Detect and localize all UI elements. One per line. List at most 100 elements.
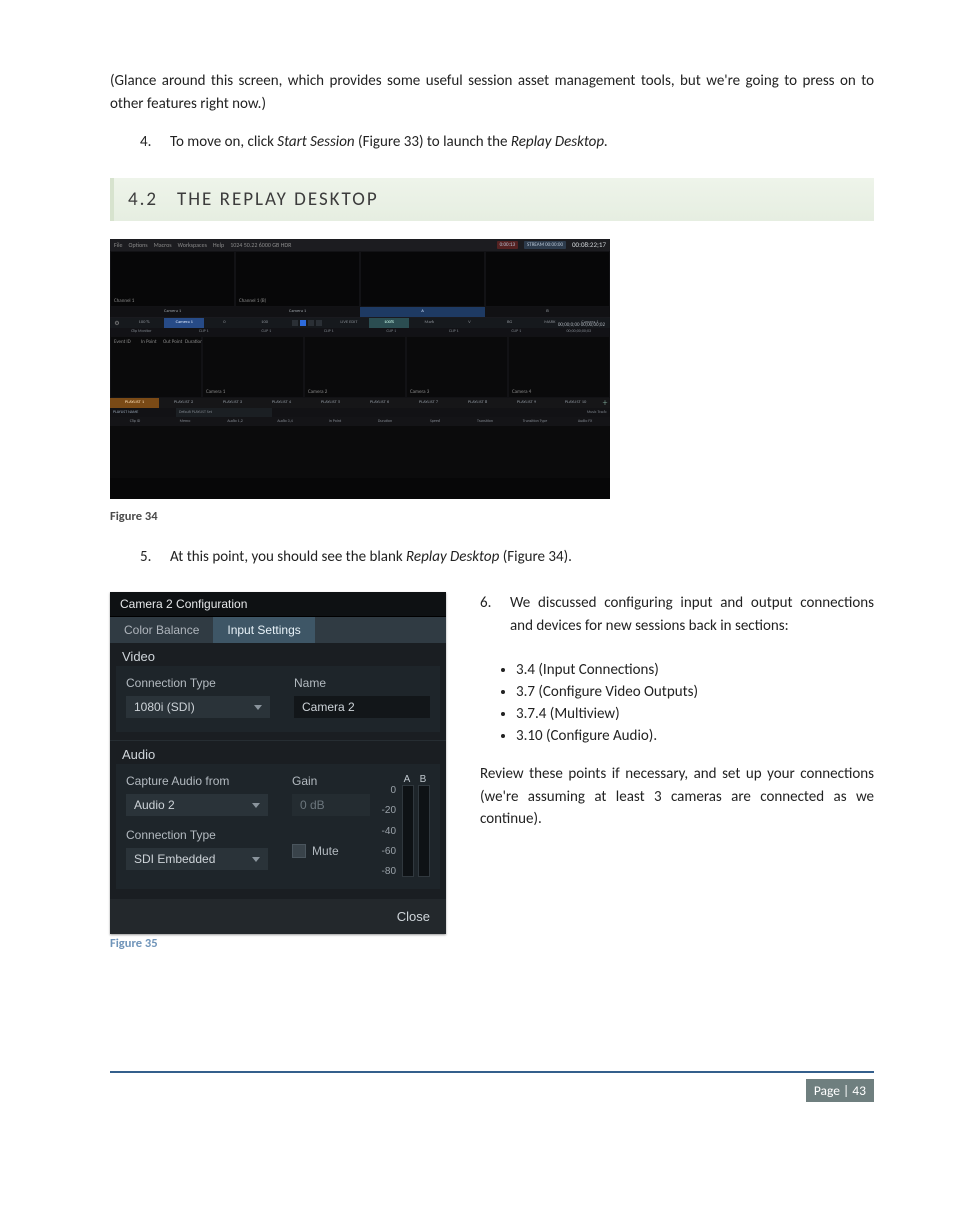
stream-chip[interactable]: STREAM 00:00:00 (524, 241, 566, 249)
playlist-body (110, 426, 610, 478)
audio-connection-type-select[interactable]: SDI Embedded (126, 848, 268, 870)
camera-panel-1: Camera 1 (202, 336, 304, 398)
play-button[interactable] (300, 320, 306, 326)
dialog-tabs: Color Balance Input Settings (110, 617, 446, 643)
meter-b-col: B (418, 774, 430, 877)
playlist-name-value[interactable]: Default PLAYLIST Set (176, 408, 272, 417)
camera-panel-3: Camera 3 (406, 336, 508, 398)
playlist-tab-3[interactable]: PLAYLIST 3 (208, 398, 257, 408)
channel-1-label: Camera 1 (110, 307, 235, 317)
tab-input-settings[interactable]: Input Settings (213, 617, 314, 643)
chevron-down-icon (252, 857, 260, 862)
glance-paragraph: (Glance around this screen, which provid… (110, 70, 874, 115)
rec-chip[interactable]: 0:00:13 (497, 241, 518, 249)
gain-input[interactable]: 0 dB (292, 794, 370, 816)
meter-scale: 0 -20 -40 -60 -80 (382, 785, 396, 877)
name-input[interactable]: Camera 2 (294, 696, 430, 718)
playlist-tab-6[interactable]: PLAYLIST 6 (355, 398, 404, 408)
step-6-number: 6. (480, 592, 510, 637)
output-panel-3: 00;00;00;00 00;00;26;24 (360, 251, 485, 307)
clock-readout: 00:08:22;17 (572, 240, 606, 249)
step-5-number: 5. (140, 546, 170, 569)
playlist-tab-7[interactable]: PLAYLIST 7 (404, 398, 453, 408)
list-item: 3.7 (Configure Video Outputs) (516, 683, 874, 701)
meter-a-label: A (402, 774, 412, 785)
figure-34: File Options Macros Workspaces Help 1024… (110, 239, 610, 499)
chevron-down-icon (254, 705, 262, 710)
menu-macros[interactable]: Macros (154, 241, 172, 249)
gear-icon[interactable]: ⚙ (110, 318, 124, 328)
audio-section: Capture Audio from Audio 2 Connection Ty… (116, 764, 440, 889)
playlist-name-label: PLAYLIST NAME (110, 408, 176, 417)
transport-bar: ⚙ 100 % Camera 1 0 100 LIVE EDIT 100% Ma… (110, 318, 610, 328)
next-button[interactable] (308, 320, 314, 326)
speed-chip[interactable]: 100% (369, 318, 409, 328)
channel-B-tab[interactable]: B (485, 307, 610, 317)
meter-a (402, 785, 414, 877)
loop-button[interactable] (316, 320, 322, 326)
playlist-tab-1[interactable]: PLAYLIST 1 (110, 398, 159, 408)
step-5: 5. At this point, you should see the bla… (140, 546, 874, 569)
capture-from-value: Audio 2 (134, 798, 175, 812)
clip-monitor-tab[interactable]: Clip Monitor (110, 328, 173, 336)
camera-panel-2: Camera 2 (304, 336, 406, 398)
playlist-tab-4[interactable]: PLAYLIST 4 (257, 398, 306, 408)
name-label: Name (294, 676, 430, 690)
menu-file[interactable]: File (114, 241, 123, 249)
prev-button[interactable] (292, 320, 298, 326)
audio-connection-type-value: SDI Embedded (134, 852, 215, 866)
mute-checkbox[interactable] (292, 844, 306, 858)
channel-1b-label: Camera 1 (235, 307, 360, 317)
topbar-right: 0:00:13 STREAM 00:00:00 00:08:22;17 (497, 240, 606, 249)
camera-config-dialog: Camera 2 Configuration Color Balance Inp… (110, 592, 446, 934)
tab-color-balance[interactable]: Color Balance (110, 617, 213, 643)
output-panels-row: Channel 1 Channel 1 (B) 00;00;00;00 00;0… (110, 251, 610, 307)
audio-section-title: Audio (110, 741, 446, 764)
meter-b (418, 785, 430, 877)
step4-em1: Start Session (277, 133, 354, 151)
resolution-readout: 1024 50.22 6000 GB HDR (230, 241, 291, 249)
section-heading-num: 4.2 (128, 188, 158, 211)
playlist-columns: Clip ID Memo Audio 1,2 Audio 3,4 In Poin… (110, 417, 610, 426)
source-chip[interactable]: Camera 1 (164, 318, 204, 328)
camera-panel-4: Camera 4 (508, 336, 610, 398)
capture-from-select[interactable]: Audio 2 (126, 794, 268, 816)
playlist-tab-10[interactable]: PLAYLIST 10 (551, 398, 600, 408)
audio-connection-type-label: Connection Type (126, 828, 268, 842)
gain-label: Gain (292, 774, 370, 788)
playlist-name-row: PLAYLIST NAME Default PLAYLIST Set Music… (110, 408, 610, 417)
step-4-text: To move on, click Start Session (Figure … (170, 131, 874, 154)
step-5-text: At this point, you should see the blank … (170, 546, 874, 569)
connection-type-label: Connection Type (126, 676, 270, 690)
channel-A-tab[interactable]: A (360, 307, 485, 317)
step4-em2: Replay Desktop. (511, 133, 608, 151)
playlist-add-button[interactable]: ＋ (600, 398, 610, 408)
playlist-tab-9[interactable]: PLAYLIST 9 (502, 398, 551, 408)
video-section: Connection Type 1080i (SDI) Name Camera … (116, 666, 440, 732)
dialog-footer: Close (110, 899, 446, 934)
chevron-down-icon (252, 803, 260, 808)
menu-help[interactable]: Help (213, 241, 224, 249)
menu-options[interactable]: Options (129, 241, 148, 249)
step-6: 6. We discussed configuring input and ou… (480, 592, 874, 637)
section-heading-text: THE REPLAY DESKTOP (177, 188, 379, 211)
close-button[interactable]: Close (397, 909, 430, 924)
playlist-tab-5[interactable]: PLAYLIST 5 (306, 398, 355, 408)
meter-a-col: A (402, 774, 414, 877)
section-heading: 4.2 THE REPLAY DESKTOP (110, 178, 874, 221)
list-item: 3.7.4 (Multiview) (516, 705, 874, 723)
music-track-label: Music Track: (272, 408, 610, 417)
page-footer: Page | 43 (110, 1071, 874, 1102)
figure-34-caption: Figure 34 (110, 509, 874, 524)
output-panel-2: Channel 1 (B) (235, 251, 360, 307)
video-section-title: Video (110, 643, 446, 666)
review-paragraph: Review these points if necessary, and se… (480, 763, 874, 831)
playlist-tab-8[interactable]: PLAYLIST 8 (453, 398, 502, 408)
clip-strip: Clip Monitor CLIP 1 CLIP 1 CLIP 1 CLIP 1… (110, 328, 610, 336)
step4-mid: (Figure 33) to launch the (355, 133, 511, 151)
capture-from-label: Capture Audio from (126, 774, 268, 788)
playlist-tabs: PLAYLIST 1 PLAYLIST 2 PLAYLIST 3 PLAYLIS… (110, 398, 610, 408)
menu-workspaces[interactable]: Workspaces (178, 241, 207, 249)
playlist-tab-2[interactable]: PLAYLIST 2 (159, 398, 208, 408)
connection-type-select[interactable]: 1080i (SDI) (126, 696, 270, 718)
